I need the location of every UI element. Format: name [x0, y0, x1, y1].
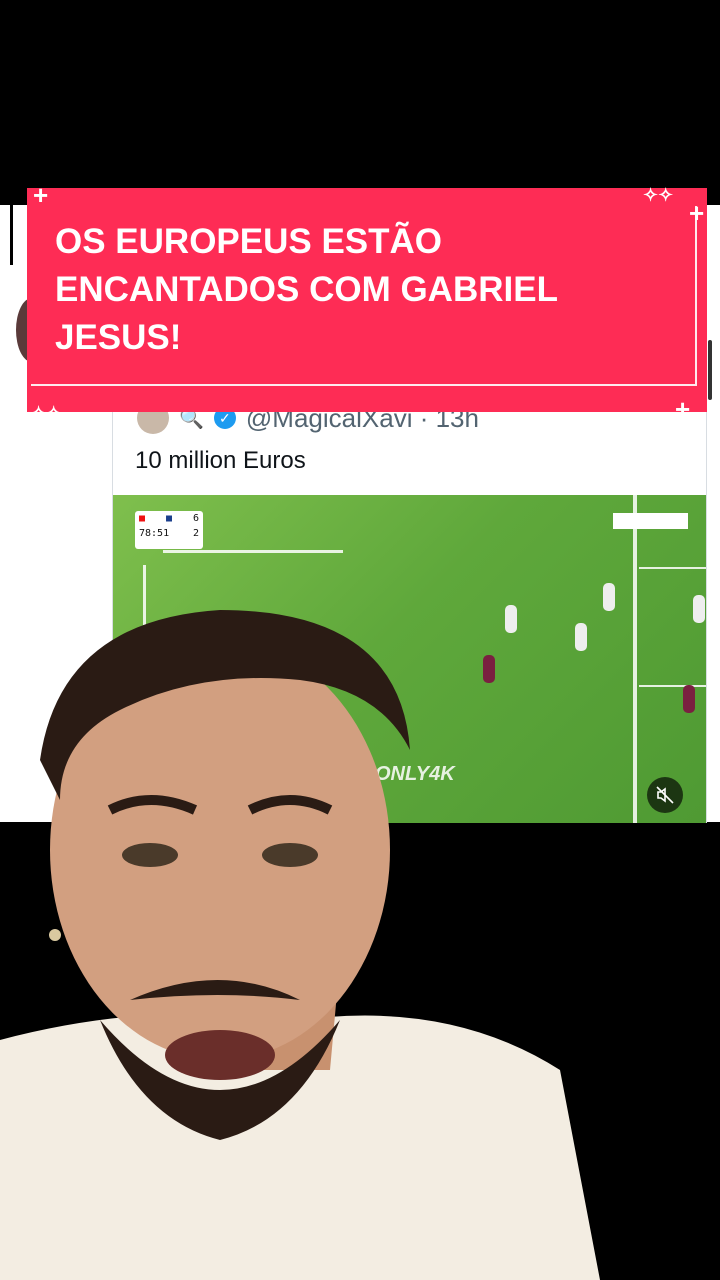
mute-button[interactable]: [647, 777, 683, 813]
scoreboard: ■ ■ 6 78:51 2: [135, 511, 203, 549]
creator-cutout: [0, 610, 600, 1280]
earring: [49, 929, 61, 941]
pitch-line: [613, 513, 688, 529]
home-score: 6: [192, 513, 199, 524]
sparkle-icon: ✧✧: [31, 403, 62, 423]
player: [603, 583, 615, 611]
sparkle-icon: +: [689, 198, 705, 228]
quoted-tweet-text: 10 million Euros: [135, 447, 306, 474]
tweet-edge: [10, 205, 13, 265]
pitch-line: [163, 550, 343, 553]
sparkle-icon: +: [675, 394, 691, 424]
player: [693, 595, 705, 623]
mouth: [165, 1030, 275, 1080]
pitch-line: [633, 495, 637, 823]
pitch-line: [639, 567, 706, 569]
speaker-muted-icon: [656, 786, 674, 804]
away-score: 2: [192, 528, 199, 539]
sparkle-icon: +: [33, 180, 49, 210]
player: [683, 685, 695, 713]
sparkle-icon: ✧✧: [643, 185, 674, 205]
scrollbar: [708, 340, 712, 400]
match-time: 78:51: [139, 528, 170, 539]
caption-banner: + + + ✧✧ ✧✧ OS EUROPEUS ESTÃO ENCANTADOS…: [27, 182, 707, 423]
eye-left: [122, 843, 178, 867]
banner-title: OS EUROPEUS ESTÃO ENCANTADOS COM GABRIEL…: [55, 222, 558, 357]
eye-right: [262, 843, 318, 867]
pitch-line: [639, 685, 706, 687]
